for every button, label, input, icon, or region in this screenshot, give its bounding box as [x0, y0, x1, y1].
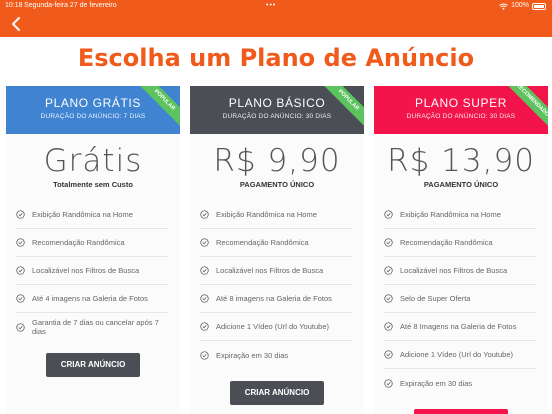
- check-circle-icon: [384, 294, 393, 303]
- plan-card: PLANO BÁSICO DURAÇÃO DO ANÚNCIO: 30 DIAS…: [190, 86, 364, 414]
- feature-item: Adicione 1 Vídeo (Url do Youtube): [200, 313, 352, 341]
- feature-label: Exibição Randômica na Home: [216, 210, 317, 219]
- plan-card: PLANO SUPER DURAÇÃO DO ANÚNCIO: 30 DIAS …: [374, 86, 548, 414]
- feature-label: Exibição Randômica na Home: [400, 210, 501, 219]
- plan-subtitle: PAGAMENTO ÚNICO: [423, 180, 499, 189]
- feature-label: Adicione 1 Vídeo (Url do Youtube): [216, 322, 329, 331]
- feature-item: Recomendação Randômica: [384, 229, 536, 257]
- feature-label: Recomendação Randômica: [32, 238, 125, 247]
- feature-label: Garantia de 7 dias ou cancelar após 7 di…: [32, 318, 159, 336]
- plan-duration: DURAÇÃO DO ANÚNCIO: 30 DIAS: [222, 113, 332, 120]
- check-circle-icon: [200, 294, 209, 303]
- check-circle-icon: [384, 378, 393, 388]
- check-circle-icon: [200, 238, 209, 247]
- plan-subtitle: Totalmente sem Custo: [53, 180, 133, 189]
- check-circle-icon: [200, 266, 209, 275]
- create-ad-button[interactable]: CRIAR ANÚNCIO: [230, 381, 324, 405]
- feature-item: Adicione 1 Vídeo (Url do Youtube): [384, 341, 536, 369]
- feature-label: Expiração em 30 dias: [400, 378, 473, 388]
- feature-label: Localizável nos Filtros de Busca: [32, 266, 140, 275]
- feature-item: Recomendação Randômica: [200, 229, 352, 257]
- check-circle-icon: [200, 322, 209, 331]
- check-circle-icon: [200, 350, 209, 360]
- plan-price: R$ 9,90: [213, 143, 341, 179]
- check-circle-icon: [16, 238, 25, 247]
- feature-list: Exibição Randômica na Home Recomendação R…: [16, 201, 168, 341]
- check-circle-icon: [200, 210, 209, 219]
- feature-item: Expiração em 30 dias: [200, 341, 352, 369]
- check-circle-icon: [384, 322, 393, 331]
- feature-label: Até 8 Imagens na Galeria de Fotos: [400, 322, 517, 331]
- plan-header: PLANO GRÁTIS DURAÇÃO DO ANÚNCIO: 7 DIAS …: [6, 86, 180, 134]
- feature-item: Selo de Super Oferta: [384, 285, 536, 313]
- feature-item: Expiração em 30 dias: [384, 369, 536, 397]
- check-circle-icon: [384, 210, 393, 219]
- feature-list: Exibição Randômica na Home Recomendação R…: [384, 201, 536, 397]
- plan-duration: DURAÇÃO DO ANÚNCIO: 7 DIAS: [40, 113, 146, 120]
- feature-label: Adicione 1 Vídeo (Url do Youtube): [400, 350, 513, 359]
- status-date: Segunda-feira 27 de fevereiro: [24, 2, 117, 9]
- check-circle-icon: [384, 350, 393, 359]
- check-circle-icon: [384, 266, 393, 275]
- feature-label: Recomendação Randômica: [216, 238, 309, 247]
- plan-header: PLANO SUPER DURAÇÃO DO ANÚNCIO: 30 DIAS …: [374, 86, 548, 134]
- status-time: 10:18: [5, 2, 23, 9]
- plan-subtitle: PAGAMENTO ÚNICO: [239, 180, 315, 189]
- battery-percent: 100%: [511, 2, 529, 9]
- check-circle-icon: [16, 322, 25, 332]
- feature-list: Exibição Randômica na Home Recomendação R…: [200, 201, 352, 369]
- feature-label: Recomendação Randômica: [400, 238, 493, 247]
- battery-icon: [532, 2, 546, 10]
- check-circle-icon: [16, 294, 25, 303]
- plan-price: Grátis: [43, 143, 143, 179]
- feature-label: Exibição Randômica na Home: [32, 210, 133, 219]
- feature-item: Exibição Randômica na Home: [16, 201, 168, 229]
- check-circle-icon: [384, 238, 393, 247]
- feature-item: Garantia de 7 dias ou cancelar após 7 di…: [16, 313, 168, 341]
- feature-label: Localizável nos Filtros de Busca: [216, 266, 324, 275]
- feature-item: Localizável nos Filtros de Busca: [384, 257, 536, 285]
- back-button[interactable]: [8, 14, 24, 34]
- nav-bar: [0, 12, 552, 37]
- check-circle-icon: [16, 266, 25, 275]
- plan-card: PLANO GRÁTIS DURAÇÃO DO ANÚNCIO: 7 DIAS …: [6, 86, 180, 414]
- feature-label: Selo de Super Oferta: [400, 294, 471, 303]
- status-right: 100%: [499, 0, 546, 12]
- wifi-icon: [499, 3, 508, 10]
- feature-label: Até 4 imagens na Galeria de Fotos: [32, 294, 148, 303]
- feature-label: Até 8 imagens na Galeria de Fotos: [216, 294, 332, 303]
- feature-item: Até 8 imagens na Galeria de Fotos: [200, 285, 352, 313]
- feature-label: Localizável nos Filtros de Busca: [400, 266, 508, 275]
- create-ad-button[interactable]: CRIAR ANÚNCIO: [46, 353, 140, 377]
- create-ad-button[interactable]: CRIAR ANÚNCIO: [414, 409, 508, 414]
- plan-header: PLANO BÁSICO DURAÇÃO DO ANÚNCIO: 30 DIAS…: [190, 86, 364, 134]
- feature-item: Localizável nos Filtros de Busca: [16, 257, 168, 285]
- page-title: Escolha um Plano de Anúncio: [77, 44, 475, 72]
- multitask-dots: •••: [266, 2, 277, 9]
- feature-item: Localizável nos Filtros de Busca: [200, 257, 352, 285]
- chevron-left-icon: [12, 17, 20, 31]
- feature-item: Exibição Randômica na Home: [384, 201, 536, 229]
- feature-label: Expiração em 30 dias: [216, 350, 289, 360]
- status-bar: 10:18 Segunda-feira 27 de fevereiro ••• …: [0, 0, 552, 12]
- feature-item: Exibição Randômica na Home: [200, 201, 352, 229]
- feature-item: Até 4 imagens na Galeria de Fotos: [16, 285, 168, 313]
- feature-item: Recomendação Randômica: [16, 229, 168, 257]
- plan-price: R$ 13,90: [387, 143, 535, 179]
- feature-item: Até 8 Imagens na Galeria de Fotos: [384, 313, 536, 341]
- check-circle-icon: [16, 210, 25, 219]
- plan-duration: DURAÇÃO DO ANÚNCIO: 30 DIAS: [406, 113, 516, 120]
